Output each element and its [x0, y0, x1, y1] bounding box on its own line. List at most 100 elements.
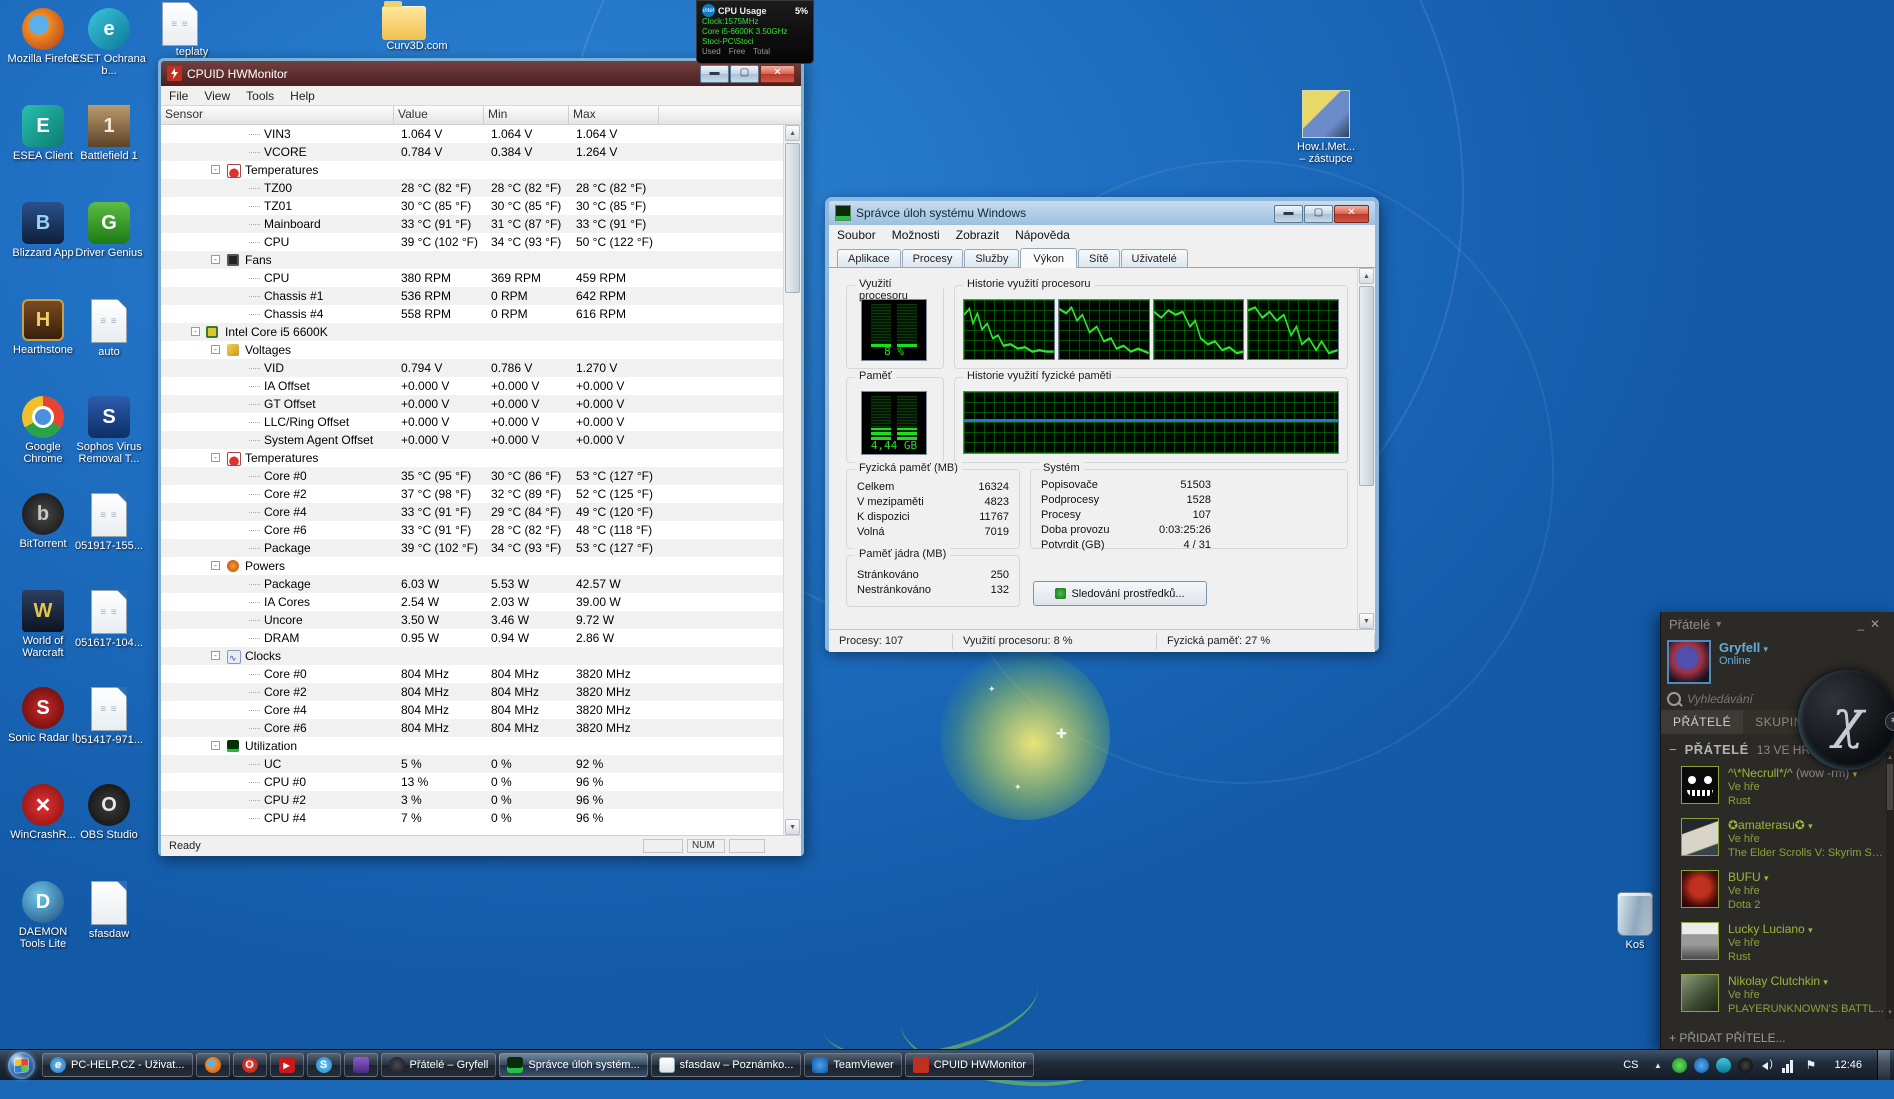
- resource-monitor-button[interactable]: Sledování prostředků...: [1033, 581, 1207, 606]
- scroll-up-button[interactable]: ▲: [785, 125, 800, 141]
- column-value[interactable]: Value: [394, 106, 484, 124]
- close-button[interactable]: ✕: [760, 65, 795, 83]
- taskbar-pinned-media[interactable]: [344, 1053, 378, 1077]
- desktop-icon-daemon-tools-lite[interactable]: DDAEMON Tools Lite: [6, 881, 80, 978]
- sensor-row[interactable]: UC5 %0 %92 %: [161, 755, 783, 773]
- sensor-row[interactable]: IA Cores2.54 W2.03 W39.00 W: [161, 593, 783, 611]
- sensor-row[interactable]: CPU #013 %0 %96 %: [161, 773, 783, 791]
- desktop-icon-battlefield-1[interactable]: 1Battlefield 1: [72, 105, 146, 202]
- taskbar-pinned-firefox[interactable]: [196, 1053, 230, 1077]
- scrollbar-thumb[interactable]: [785, 143, 800, 293]
- close-button[interactable]: ✕: [1334, 205, 1369, 223]
- column-min[interactable]: Min: [484, 106, 569, 124]
- sensor-row[interactable]: -Intel Core i5 6600K: [161, 323, 783, 341]
- tab-uživatelé[interactable]: Uživatelé: [1121, 249, 1188, 267]
- sensor-row[interactable]: GT Offset+0.000 V+0.000 V+0.000 V: [161, 395, 783, 413]
- friend-item[interactable]: Lucky Luciano ▾Ve hřeRust: [1661, 917, 1894, 969]
- sensor-row[interactable]: -Utilization: [161, 737, 783, 755]
- chevron-down-icon[interactable]: ▾: [1808, 925, 1813, 935]
- sensor-row[interactable]: Core #237 °C (98 °F)32 °C (89 °F)52 °C (…: [161, 485, 783, 503]
- desktop-icon-hearthstone[interactable]: HHearthstone: [6, 299, 80, 396]
- chevron-down-icon[interactable]: ▾: [1808, 821, 1813, 831]
- friend-name[interactable]: BUFU ▾: [1728, 870, 1769, 884]
- sensor-row[interactable]: Uncore3.50 W3.46 W9.72 W: [161, 611, 783, 629]
- desktop-icon-051417-971-[interactable]: 051417-971...: [72, 687, 146, 784]
- menu-item-nápověda[interactable]: Nápověda: [1007, 228, 1078, 242]
- sensor-row[interactable]: Mainboard33 °C (91 °F)31 °C (87 °F)33 °C…: [161, 215, 783, 233]
- chevron-down-icon[interactable]: ▾: [1853, 769, 1858, 779]
- tree-expand-icon[interactable]: -: [211, 255, 220, 264]
- maximize-button[interactable]: ▢: [1304, 205, 1333, 223]
- tree-expand-icon[interactable]: -: [211, 345, 220, 354]
- tab-služby[interactable]: Služby: [964, 249, 1019, 267]
- friend-name[interactable]: Nikolay Clutchkin ▾: [1728, 974, 1884, 988]
- friend-name[interactable]: ✪amaterasu✪ ▾: [1728, 818, 1886, 832]
- sensor-row[interactable]: Package6.03 W5.53 W42.57 W: [161, 575, 783, 593]
- tab-aplikace[interactable]: Aplikace: [837, 249, 901, 267]
- desktop-icon-sonic-radar-ii[interactable]: SSonic Radar II: [6, 687, 80, 784]
- taskbar-button-tm[interactable]: Správce úloh systém...: [499, 1053, 647, 1077]
- sensor-row[interactable]: Package39 °C (102 °F)34 °C (93 °F)53 °C …: [161, 539, 783, 557]
- language-indicator[interactable]: CS: [1618, 1057, 1643, 1073]
- desktop-icon-world-of-warcraft[interactable]: WWorld of Warcraft: [6, 590, 80, 687]
- scrollbar-thumb[interactable]: [1887, 764, 1893, 810]
- sensor-row[interactable]: TZ0130 °C (85 °F)30 °C (85 °F)30 °C (85 …: [161, 197, 783, 215]
- desktop-icon-teplaty[interactable]: teplaty: [162, 2, 222, 58]
- desktop-icon-sfasdaw[interactable]: sfasdaw: [72, 881, 146, 978]
- tree-expand-icon[interactable]: -: [191, 327, 200, 336]
- sensor-row[interactable]: IA Offset+0.000 V+0.000 V+0.000 V: [161, 377, 783, 395]
- column-max[interactable]: Max: [569, 106, 659, 124]
- scroll-up-button[interactable]: ▲: [1887, 754, 1893, 762]
- friends-panel-header[interactable]: Přátelé ▼ _✕: [1661, 612, 1894, 636]
- friend-item[interactable]: ^\*Necrull*/^ (wow -rm) ▾Ve hřeRust: [1661, 761, 1894, 813]
- status-green-icon[interactable]: [1672, 1058, 1687, 1073]
- sensor-row[interactable]: Core #433 °C (91 °F)29 °C (84 °F)49 °C (…: [161, 503, 783, 521]
- sensor-row[interactable]: CPU #23 %0 %96 %: [161, 791, 783, 809]
- sensor-row[interactable]: -Temperatures: [161, 161, 783, 179]
- desktop-icon-bittorrent[interactable]: bBitTorrent: [6, 493, 80, 590]
- hwmonitor-column-header[interactable]: Sensor Value Min Max: [161, 106, 801, 125]
- scrollbar-thumb[interactable]: [1359, 286, 1374, 486]
- sensor-row[interactable]: Core #0804 MHz804 MHz3820 MHz: [161, 665, 783, 683]
- sensor-row[interactable]: LLC/Ring Offset+0.000 V+0.000 V+0.000 V: [161, 413, 783, 431]
- minimize-button[interactable]: ▬: [700, 65, 729, 83]
- desktop-icon-curv3d[interactable]: Curv3D.com: [382, 0, 452, 52]
- sensor-row[interactable]: -Voltages: [161, 341, 783, 359]
- chevron-down-icon[interactable]: ▾: [1764, 873, 1769, 883]
- task-manager-scrollbar[interactable]: ▲ ▼: [1357, 268, 1375, 629]
- chevron-down-icon[interactable]: ▾: [1764, 644, 1769, 654]
- action-center-icon[interactable]: [1804, 1058, 1819, 1073]
- sensor-row[interactable]: VIN31.064 V1.064 V1.064 V: [161, 125, 783, 143]
- desktop-icon-google-chrome[interactable]: Google Chrome: [6, 396, 80, 493]
- desktop-icon-howimet[interactable]: How.I.Met... – zástupce: [1286, 90, 1366, 165]
- desktop-icon-eset-ochrana-b-[interactable]: eESET Ochrana b...: [72, 8, 146, 105]
- scroll-down-button[interactable]: ▼: [785, 819, 800, 835]
- tree-expand-icon[interactable]: -: [211, 651, 220, 660]
- taskbar-pinned-skype[interactable]: S: [307, 1053, 341, 1077]
- tree-expand-icon[interactable]: -: [211, 165, 220, 174]
- scroll-up-button[interactable]: ▲: [1359, 268, 1374, 284]
- desktop-icon-mozilla-firefox[interactable]: Mozilla Firefox: [6, 8, 80, 105]
- menu-item-soubor[interactable]: Soubor: [829, 228, 884, 242]
- scroll-down-button[interactable]: ▼: [1887, 1009, 1893, 1017]
- sensor-row[interactable]: Chassis #1536 RPM0 RPM642 RPM: [161, 287, 783, 305]
- network-icon[interactable]: [1782, 1058, 1797, 1073]
- minimize-button[interactable]: ▬: [1274, 205, 1303, 223]
- cpu-usage-gadget[interactable]: intel CPU Usage 5% Clock:1575MHz Core i5…: [696, 0, 814, 64]
- user-name[interactable]: Gryfell: [1719, 640, 1760, 655]
- minimize-button[interactable]: _: [1857, 617, 1870, 631]
- desktop-icon-051617-104-[interactable]: 051617-104...: [72, 590, 146, 687]
- obs-icon[interactable]: [1738, 1058, 1753, 1073]
- taskbar-pinned-youtube[interactable]: ▶: [270, 1053, 304, 1077]
- taskbar-button-steam[interactable]: Přátelé – Gryfell: [381, 1053, 497, 1077]
- hwmonitor-scrollbar[interactable]: ▲ ▼: [783, 125, 801, 835]
- desktop-icon-driver-genius[interactable]: GDriver Genius: [72, 202, 146, 299]
- friends-scrollbar[interactable]: ▲ ▼: [1886, 752, 1894, 1019]
- friend-item[interactable]: BUFU ▾Ve hřeDota 2: [1661, 865, 1894, 917]
- tab-procesy[interactable]: Procesy: [902, 249, 964, 267]
- menu-item-view[interactable]: View: [196, 89, 238, 103]
- sensor-row[interactable]: CPU #47 %0 %96 %: [161, 809, 783, 827]
- taskbar-button-ie[interactable]: ePC-HELP.CZ - Uživat...: [42, 1053, 193, 1077]
- friend-item[interactable]: Nikolay Clutchkin ▾Ve hřePLAYERUNKNOWN'S…: [1661, 969, 1894, 1021]
- taskbar-button-tv[interactable]: TeamViewer: [804, 1053, 901, 1077]
